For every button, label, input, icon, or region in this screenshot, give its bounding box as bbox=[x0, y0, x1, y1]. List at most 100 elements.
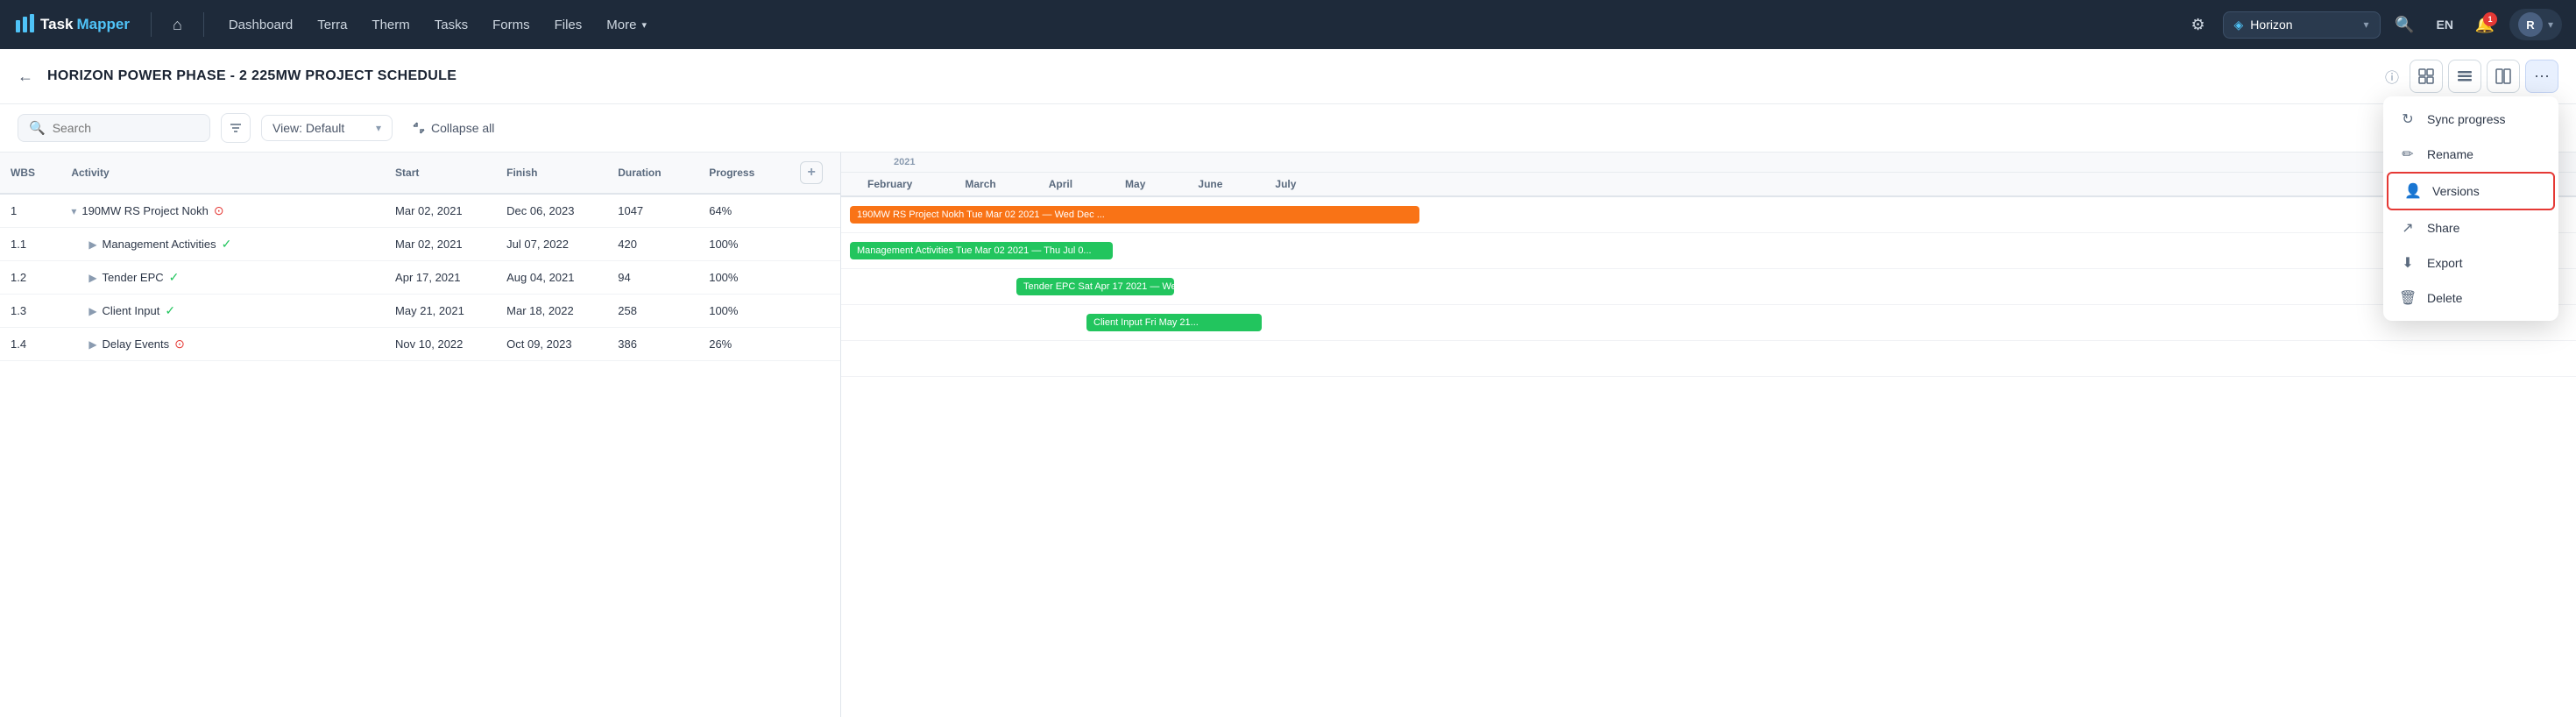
dropdown-item-icon: 👤 bbox=[2404, 182, 2422, 200]
cell-wbs: 1.4 bbox=[0, 328, 60, 361]
language-button[interactable]: EN bbox=[2430, 14, 2460, 35]
filter-button[interactable] bbox=[221, 113, 251, 143]
gantt-view-button[interactable] bbox=[2410, 60, 2443, 93]
settings-button[interactable]: ⚙ bbox=[2183, 9, 2214, 40]
nav-tasks[interactable]: Tasks bbox=[424, 12, 478, 38]
app-logo: TaskMapper bbox=[14, 13, 130, 36]
schedule-table: WBS Activity Start Finish Duration Progr… bbox=[0, 153, 840, 361]
cell-activity: ▶ Client Input ✓ bbox=[60, 295, 385, 328]
search-input[interactable] bbox=[53, 121, 175, 135]
table-gantt-area: WBS Activity Start Finish Duration Progr… bbox=[0, 153, 2576, 717]
cell-finish: Oct 09, 2023 bbox=[496, 328, 607, 361]
expand-icon[interactable]: ▾ bbox=[71, 205, 76, 217]
collapse-all-label: Collapse all bbox=[431, 121, 494, 135]
cell-wbs: 1.1 bbox=[0, 228, 60, 261]
toolbar: 🔍 View: Default ▾ Collapse all 📅 Today bbox=[0, 104, 2576, 153]
expand-icon[interactable]: ▶ bbox=[88, 238, 96, 251]
gantt-bar-row: Tender EPC Sat Apr 17 2021 — Wed A... bbox=[841, 269, 2576, 305]
gantt-month-label: May bbox=[1099, 178, 1171, 190]
gantt-bar[interactable]: Tender EPC Sat Apr 17 2021 — Wed A... bbox=[1016, 278, 1174, 295]
cell-finish: Aug 04, 2021 bbox=[496, 261, 607, 295]
nav-more-chevron: ▾ bbox=[641, 19, 647, 31]
nav-search-button[interactable]: 🔍 bbox=[2389, 9, 2421, 40]
dropdown-item-sync-progress[interactable]: ↻ Sync progress bbox=[2383, 102, 2558, 137]
cell-progress: 100% bbox=[698, 261, 789, 295]
cell-start: Mar 02, 2021 bbox=[385, 228, 496, 261]
project-selector-name: Horizon bbox=[2250, 18, 2356, 32]
check-icon: ✓ bbox=[222, 237, 232, 252]
header-view-actions: ⋯ bbox=[2410, 60, 2558, 93]
nav-dashboard[interactable]: Dashboard bbox=[218, 12, 303, 38]
col-activity: Activity bbox=[60, 153, 385, 194]
nav-links: Dashboard Terra Therm Tasks Forms Files … bbox=[218, 12, 2176, 38]
back-button[interactable]: ← bbox=[18, 67, 33, 86]
col-start: Start bbox=[385, 153, 496, 194]
nav-therm[interactable]: Therm bbox=[361, 12, 420, 38]
user-menu-button[interactable]: R ▾ bbox=[2509, 9, 2562, 40]
dropdown-item-versions[interactable]: 👤 Versions bbox=[2387, 172, 2555, 210]
dropdown-item-label: Delete bbox=[2427, 291, 2462, 305]
table-view-button[interactable] bbox=[2448, 60, 2481, 93]
dropdown-item-delete[interactable]: 🗑 Delete bbox=[2383, 280, 2558, 316]
table-row: 1.3 ▶ Client Input ✓ May 21, 2021 Mar 18… bbox=[0, 295, 840, 328]
gantt-rows: 190MW RS Project Nokh Tue Mar 02 2021 — … bbox=[841, 197, 2576, 377]
check-icon: ✓ bbox=[165, 303, 175, 318]
collapse-all-button[interactable]: Collapse all bbox=[403, 116, 503, 140]
cell-progress: 64% bbox=[698, 194, 789, 228]
top-navigation: TaskMapper ⌂ Dashboard Terra Therm Tasks… bbox=[0, 0, 2576, 49]
nav-files[interactable]: Files bbox=[544, 12, 593, 38]
nav-forms[interactable]: Forms bbox=[482, 12, 541, 38]
nav-more-button[interactable]: More ▾ bbox=[596, 12, 657, 38]
table-row: 1.1 ▶ Management Activities ✓ Mar 02, 20… bbox=[0, 228, 840, 261]
cell-add bbox=[789, 295, 840, 328]
view-select[interactable]: View: Default ▾ bbox=[261, 115, 393, 141]
logo-task-text: Task bbox=[40, 16, 74, 33]
cell-finish: Jul 07, 2022 bbox=[496, 228, 607, 261]
cell-wbs: 1 bbox=[0, 194, 60, 228]
nav-terra[interactable]: Terra bbox=[307, 12, 357, 38]
split-view-button[interactable] bbox=[2487, 60, 2520, 93]
activity-name: 190MW RS Project Nokh bbox=[81, 204, 209, 217]
gantt-months-header: FebruaryMarchAprilMayJuneJuly bbox=[841, 173, 2576, 195]
activity-name: Tender EPC bbox=[103, 271, 164, 284]
info-icon[interactable]: ⓘ bbox=[2385, 66, 2399, 87]
gantt-bar[interactable]: 190MW RS Project Nokh Tue Mar 02 2021 — … bbox=[850, 206, 1419, 224]
dropdown-item-share[interactable]: ↗ Share bbox=[2383, 210, 2558, 245]
dropdown-item-rename[interactable]: ✏ Rename bbox=[2383, 137, 2558, 172]
cell-start: Mar 02, 2021 bbox=[385, 194, 496, 228]
project-selector[interactable]: ◈ Horizon ▾ bbox=[2223, 11, 2381, 39]
dropdown-item-label: Rename bbox=[2427, 147, 2473, 161]
main-content: ← HORIZON POWER PHASE - 2 225MW PROJECT … bbox=[0, 49, 2576, 717]
cell-progress: 100% bbox=[698, 295, 789, 328]
col-wbs: WBS bbox=[0, 153, 60, 194]
nav-home-button[interactable]: ⌂ bbox=[166, 12, 189, 38]
table-row: 1.2 ▶ Tender EPC ✓ Apr 17, 2021 Aug 04, … bbox=[0, 261, 840, 295]
dropdown-item-icon: ↗ bbox=[2399, 219, 2417, 237]
table-header: WBS Activity Start Finish Duration Progr… bbox=[0, 153, 840, 194]
gantt-month-label: June bbox=[1171, 178, 1249, 190]
dropdown-item-icon: 🗑 bbox=[2399, 289, 2417, 307]
col-duration: Duration bbox=[607, 153, 698, 194]
activity-name: Delay Events bbox=[103, 337, 170, 351]
more-options-button[interactable]: ⋯ bbox=[2525, 60, 2558, 93]
gantt-bar[interactable]: Client Input Fri May 21... bbox=[1086, 314, 1262, 331]
cell-duration: 386 bbox=[607, 328, 698, 361]
expand-icon[interactable]: ▶ bbox=[88, 272, 96, 284]
cell-finish: Dec 06, 2023 bbox=[496, 194, 607, 228]
page-title: HORIZON POWER PHASE - 2 225MW PROJECT SC… bbox=[47, 68, 2369, 84]
expand-icon[interactable]: ▶ bbox=[88, 338, 96, 351]
cell-duration: 1047 bbox=[607, 194, 698, 228]
gantt-month-label: July bbox=[1249, 178, 1322, 190]
notifications-button[interactable]: 🔔 1 bbox=[2469, 9, 2501, 40]
add-column-button[interactable]: + bbox=[800, 161, 823, 184]
gantt-bar[interactable]: Management Activities Tue Mar 02 2021 — … bbox=[850, 242, 1113, 259]
gantt-month-label: April bbox=[1023, 178, 1099, 190]
col-progress: Progress bbox=[698, 153, 789, 194]
cell-activity: ▾ 190MW RS Project Nokh ⊙ bbox=[60, 194, 385, 228]
expand-icon[interactable]: ▶ bbox=[88, 305, 96, 317]
search-box[interactable]: 🔍 bbox=[18, 114, 210, 142]
dropdown-item-icon: ✏ bbox=[2399, 146, 2417, 163]
cell-progress: 100% bbox=[698, 228, 789, 261]
dropdown-item-export[interactable]: ⬇ Export bbox=[2383, 245, 2558, 280]
project-selector-chevron: ▾ bbox=[2363, 18, 2368, 31]
